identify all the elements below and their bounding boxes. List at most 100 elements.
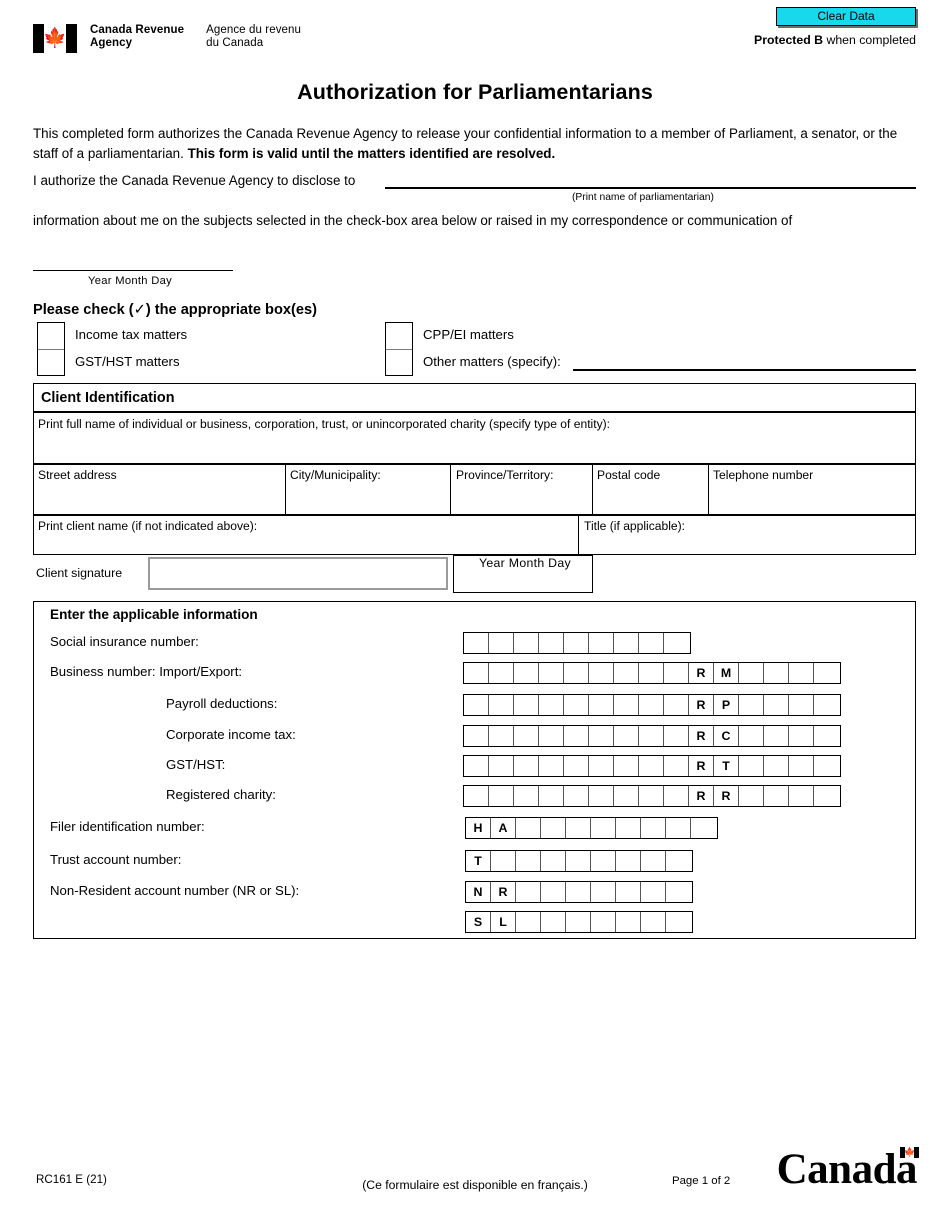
- input-cell[interactable]: [614, 633, 639, 653]
- input-cell[interactable]: [564, 663, 589, 683]
- checkbox-income-tax-matters[interactable]: [38, 323, 64, 349]
- checkbox-other-matters[interactable]: [386, 349, 412, 375]
- input-cell[interactable]: [814, 695, 839, 715]
- input-cell[interactable]: [489, 726, 514, 746]
- input-cell[interactable]: [589, 633, 614, 653]
- input-cell[interactable]: [566, 851, 591, 871]
- input-cell[interactable]: [514, 756, 539, 776]
- input-cell[interactable]: [541, 882, 566, 902]
- input-cell[interactable]: [591, 882, 616, 902]
- input-cell[interactable]: [564, 756, 589, 776]
- cell-group-row-10[interactable]: SL: [465, 911, 693, 933]
- input-cell[interactable]: [739, 786, 764, 806]
- input-cell[interactable]: [564, 726, 589, 746]
- input-cell[interactable]: [464, 633, 489, 653]
- cell-group-row-8[interactable]: T: [465, 850, 693, 872]
- cell-group-row-2[interactable]: RM: [463, 662, 841, 684]
- input-cell[interactable]: [516, 851, 541, 871]
- input-cell[interactable]: [664, 663, 689, 683]
- input-cell[interactable]: [539, 695, 564, 715]
- input-cell[interactable]: [789, 695, 814, 715]
- input-cell[interactable]: [539, 633, 564, 653]
- input-cell[interactable]: [739, 695, 764, 715]
- input-cell[interactable]: [664, 726, 689, 746]
- input-cell[interactable]: [564, 633, 589, 653]
- input-cell[interactable]: [789, 663, 814, 683]
- input-cell[interactable]: [491, 851, 516, 871]
- input-cell[interactable]: [591, 851, 616, 871]
- input-cell[interactable]: [764, 786, 789, 806]
- input-cell[interactable]: [516, 882, 541, 902]
- input-cell[interactable]: [639, 695, 664, 715]
- cell-group-row-7[interactable]: HA: [465, 817, 718, 839]
- input-cell[interactable]: [614, 786, 639, 806]
- input-cell[interactable]: [591, 818, 616, 838]
- date-line[interactable]: [33, 270, 233, 272]
- input-cell[interactable]: [514, 726, 539, 746]
- input-cell[interactable]: [566, 818, 591, 838]
- input-cell[interactable]: [489, 756, 514, 776]
- input-cell[interactable]: [614, 663, 639, 683]
- cell-group-row-3[interactable]: RP: [463, 694, 841, 716]
- input-cell[interactable]: [616, 851, 641, 871]
- input-cell[interactable]: [639, 633, 664, 653]
- input-cell[interactable]: [814, 726, 839, 746]
- input-cell[interactable]: [564, 695, 589, 715]
- input-cell[interactable]: [789, 756, 814, 776]
- input-cell[interactable]: [614, 726, 639, 746]
- input-cell[interactable]: [664, 695, 689, 715]
- input-cell[interactable]: [614, 756, 639, 776]
- input-cell[interactable]: [589, 786, 614, 806]
- input-cell[interactable]: [814, 663, 839, 683]
- input-cell[interactable]: [641, 912, 666, 932]
- input-cell[interactable]: [539, 726, 564, 746]
- parliamentarian-name-line[interactable]: [385, 187, 916, 189]
- input-cell[interactable]: [639, 786, 664, 806]
- cell-group-row-1[interactable]: [463, 632, 691, 654]
- input-cell[interactable]: [666, 818, 691, 838]
- input-cell[interactable]: [591, 912, 616, 932]
- input-cell[interactable]: [616, 882, 641, 902]
- input-cell[interactable]: [566, 912, 591, 932]
- input-cell[interactable]: [514, 786, 539, 806]
- input-cell[interactable]: [541, 851, 566, 871]
- input-cell[interactable]: [589, 726, 614, 746]
- input-cell[interactable]: [664, 786, 689, 806]
- input-cell[interactable]: [764, 726, 789, 746]
- client-signature-input[interactable]: [148, 557, 448, 590]
- input-cell[interactable]: [514, 633, 539, 653]
- input-cell[interactable]: [614, 695, 639, 715]
- input-cell[interactable]: [814, 756, 839, 776]
- input-cell[interactable]: [616, 818, 641, 838]
- input-cell[interactable]: [589, 695, 614, 715]
- input-cell[interactable]: [666, 912, 691, 932]
- cell-group-row-4[interactable]: RC: [463, 725, 841, 747]
- input-cell[interactable]: [464, 786, 489, 806]
- input-cell[interactable]: [464, 726, 489, 746]
- input-cell[interactable]: [641, 851, 666, 871]
- input-cell[interactable]: [664, 756, 689, 776]
- input-cell[interactable]: [539, 663, 564, 683]
- input-cell[interactable]: [489, 663, 514, 683]
- input-cell[interactable]: [516, 818, 541, 838]
- input-cell[interactable]: [539, 786, 564, 806]
- input-cell[interactable]: [789, 786, 814, 806]
- input-cell[interactable]: [589, 663, 614, 683]
- input-cell[interactable]: [814, 786, 839, 806]
- input-cell[interactable]: [639, 663, 664, 683]
- input-cell[interactable]: [764, 695, 789, 715]
- cell-group-row-5[interactable]: RT: [463, 755, 841, 777]
- cell-group-row-6[interactable]: RR: [463, 785, 841, 807]
- input-cell[interactable]: [514, 695, 539, 715]
- input-cell[interactable]: [666, 851, 691, 871]
- input-cell[interactable]: [639, 756, 664, 776]
- input-cell[interactable]: [764, 756, 789, 776]
- input-cell[interactable]: [489, 786, 514, 806]
- input-cell[interactable]: [641, 882, 666, 902]
- input-cell[interactable]: [464, 695, 489, 715]
- clear-data-button[interactable]: Clear Data: [776, 7, 916, 26]
- other-matters-input-line[interactable]: [573, 369, 916, 372]
- input-cell[interactable]: [516, 912, 541, 932]
- input-cell[interactable]: [639, 726, 664, 746]
- input-cell[interactable]: [739, 663, 764, 683]
